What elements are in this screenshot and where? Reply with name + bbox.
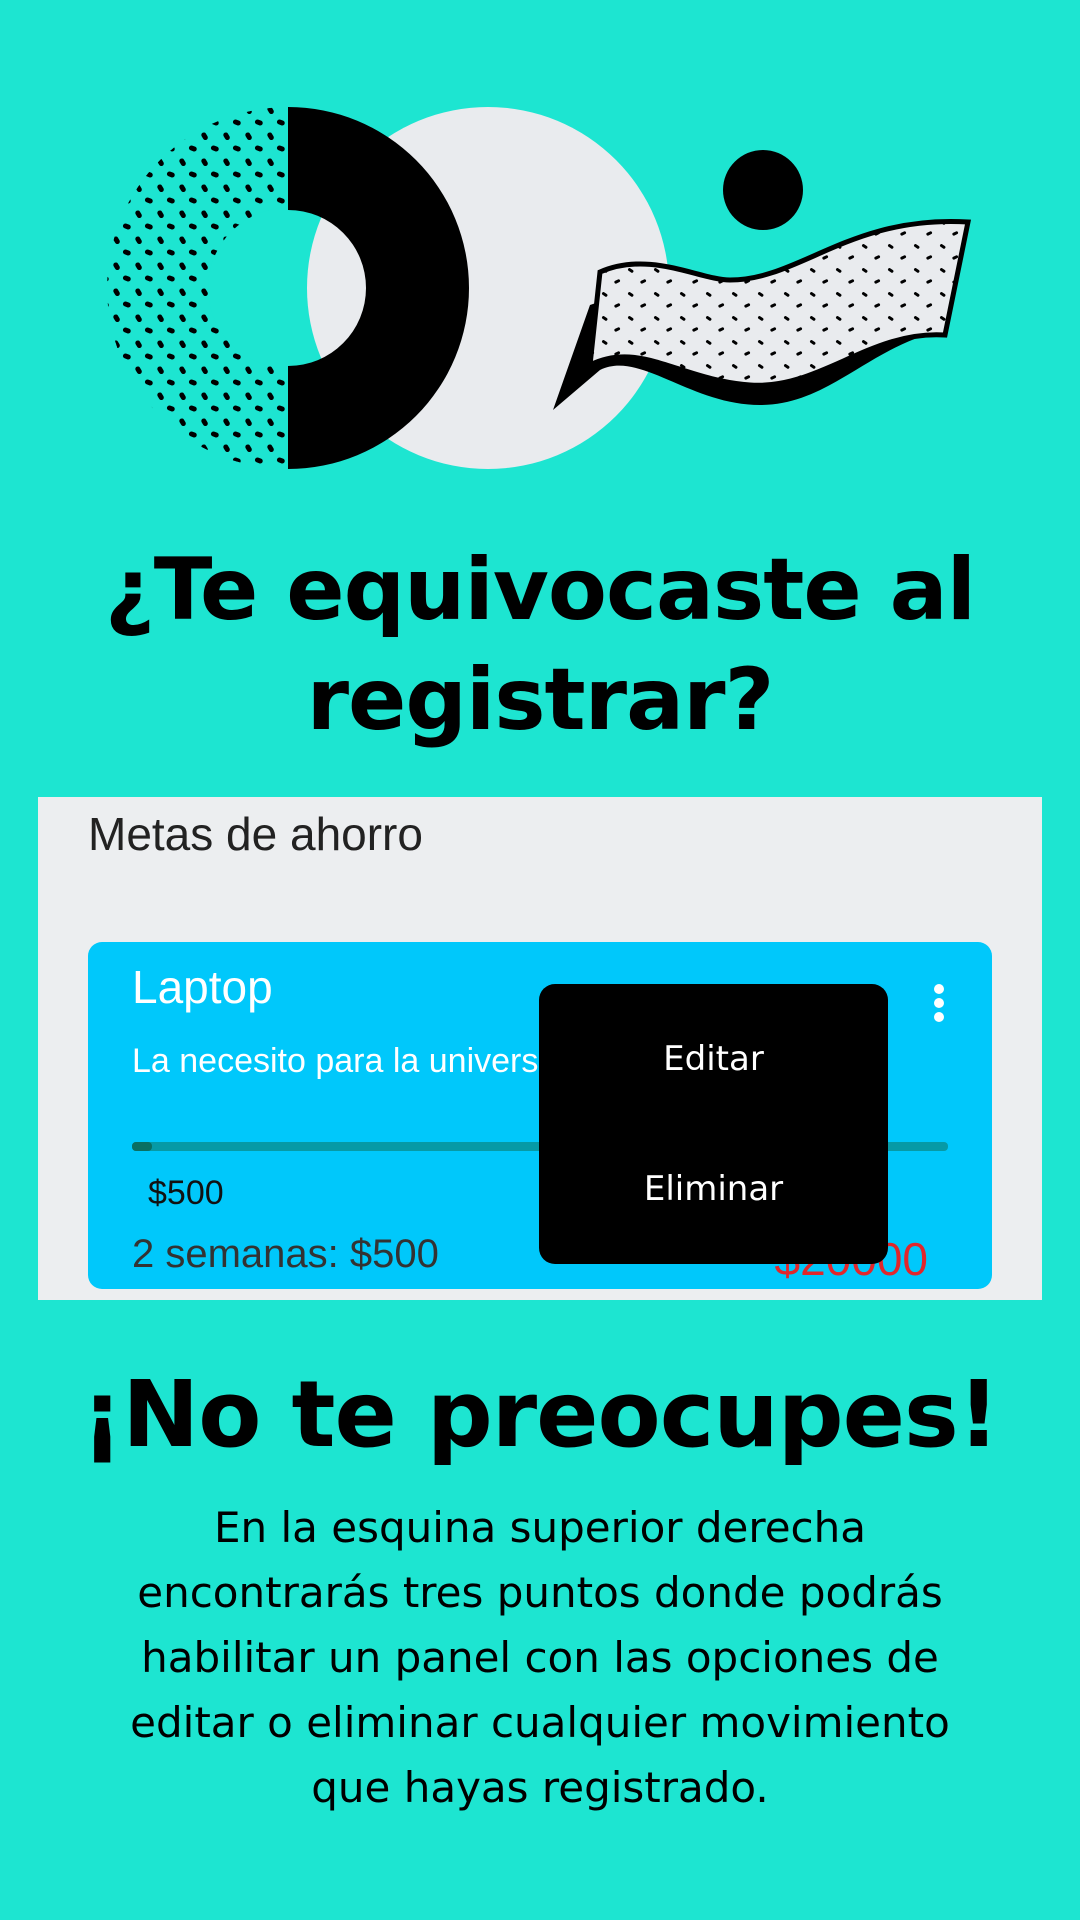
more-options-icon[interactable] <box>931 984 947 1028</box>
app-screenshot: Metas de ahorro Laptop La necesito para … <box>38 797 1042 1300</box>
small-dot-shape <box>723 150 803 230</box>
edit-menu-item[interactable]: Editar <box>539 1039 888 1079</box>
period-amount: 2 semanas: $500 <box>132 1232 439 1276</box>
saved-amount: $500 <box>148 1174 224 1212</box>
context-menu: Editar Eliminar <box>539 984 888 1264</box>
decorative-illustration <box>107 107 972 469</box>
headline-bottom: ¡No te preocupes! <box>81 1361 999 1468</box>
goal-name: Laptop <box>132 961 273 1013</box>
instruction-text: En la esquina superior derecha encontrar… <box>130 1503 950 1812</box>
goal-description: La necesito para la universidad <box>132 1042 603 1080</box>
delete-menu-item[interactable]: Eliminar <box>539 1169 888 1209</box>
headline-top: ¿Te equivocaste al registrar? <box>104 540 976 750</box>
section-title: Metas de ahorro <box>88 808 423 860</box>
goal-progress-fill <box>132 1142 153 1151</box>
